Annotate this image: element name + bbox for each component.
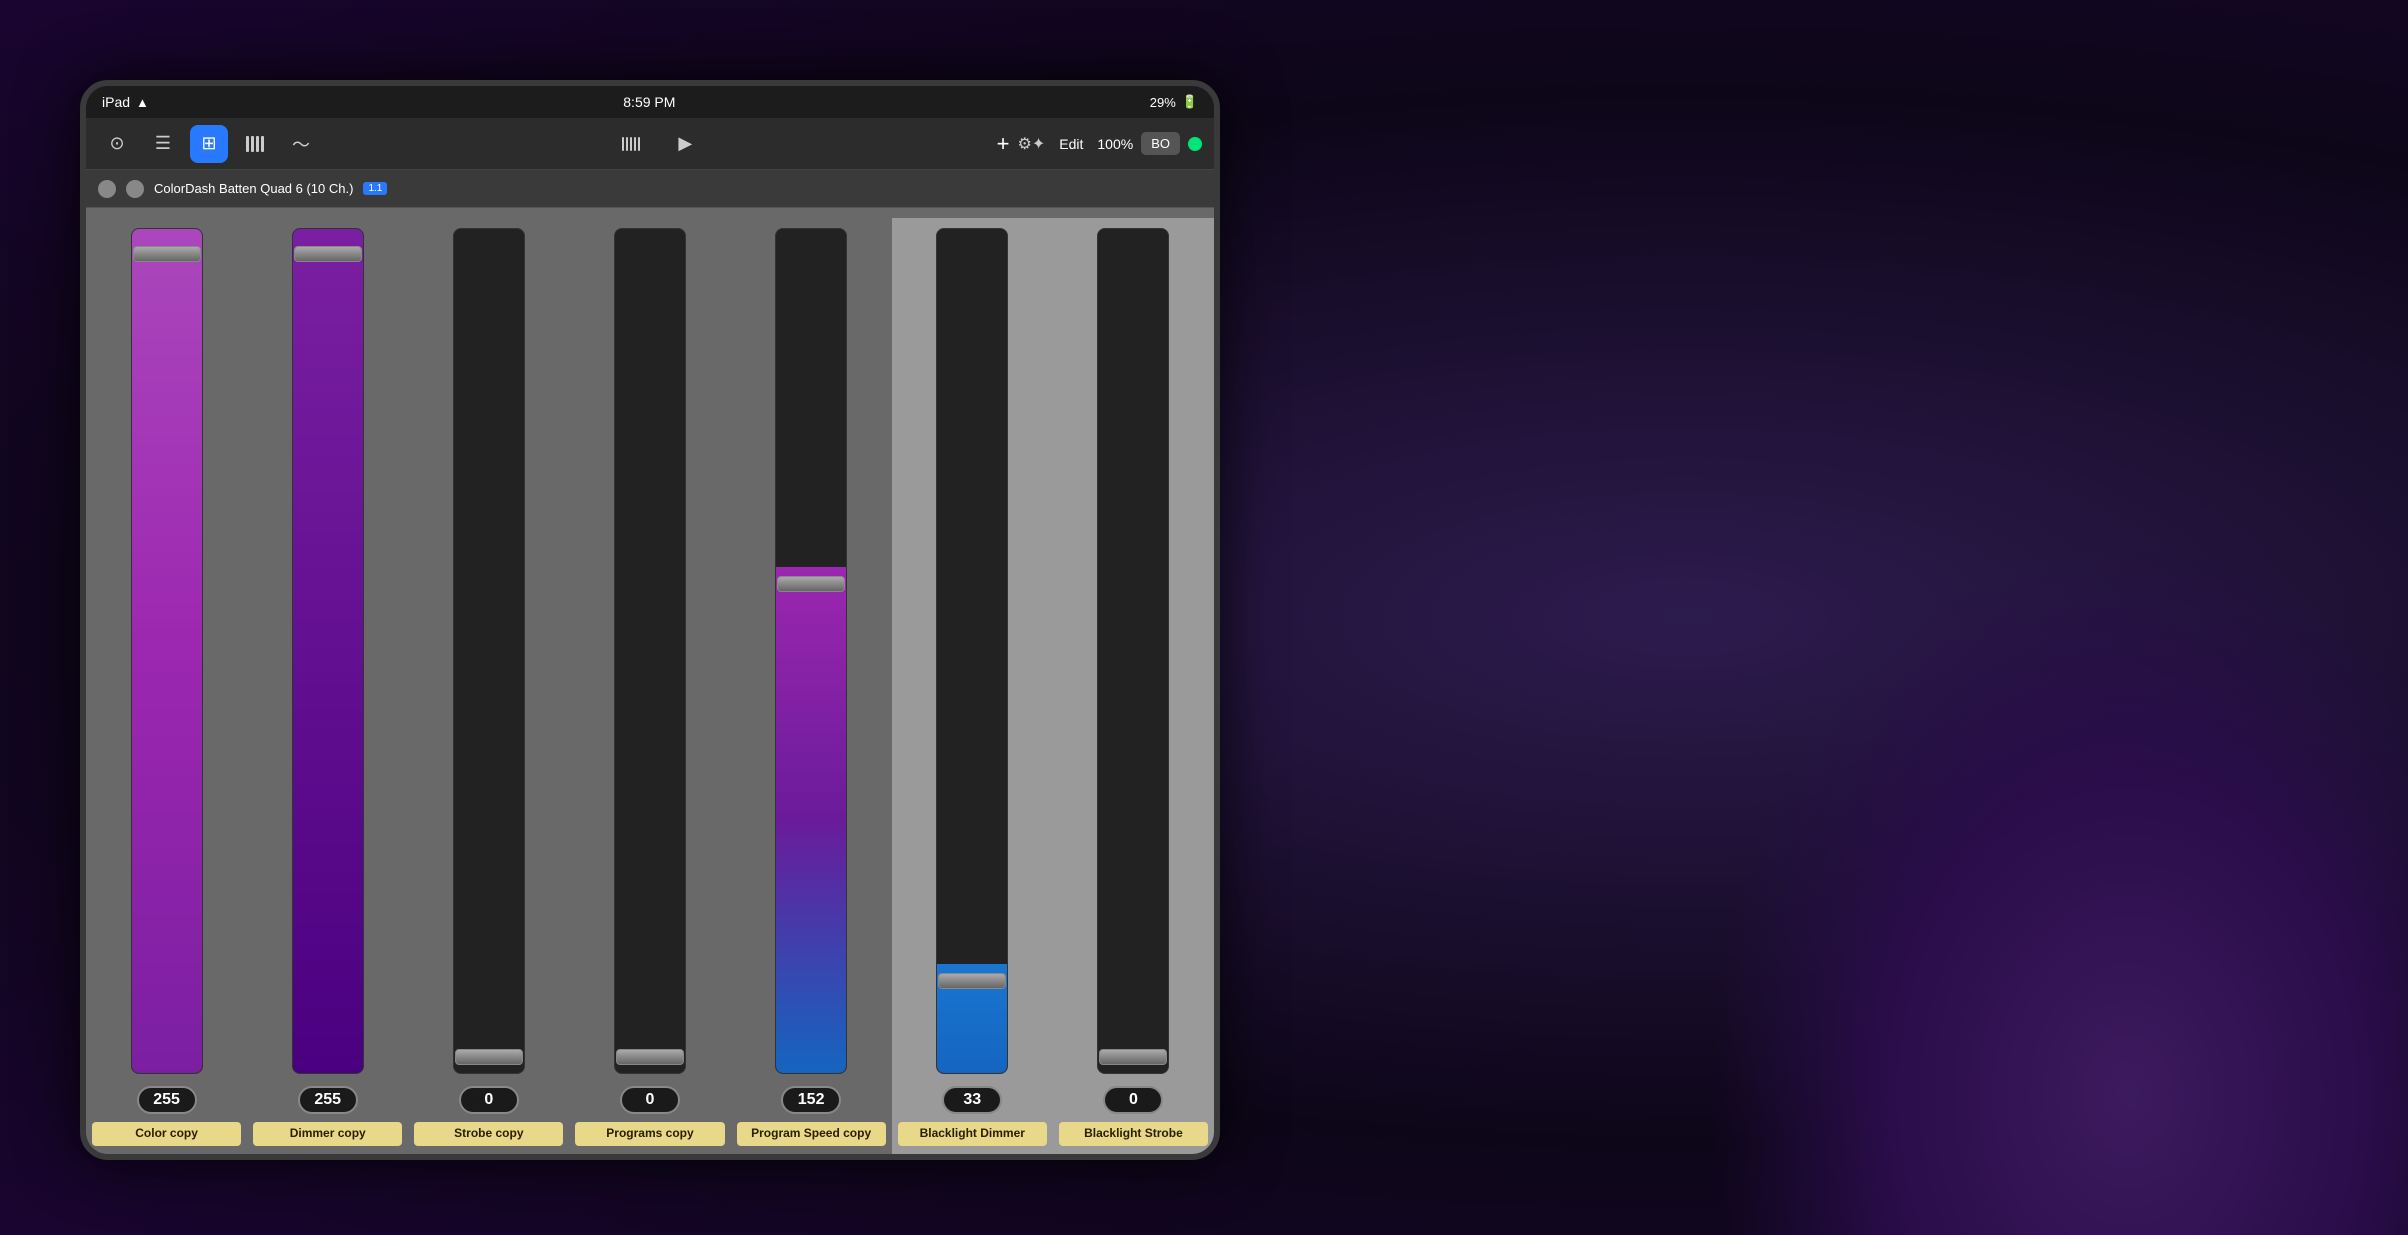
fader-value-color-copy: 255 — [137, 1086, 197, 1114]
device-name: ColorDash Batten Quad 6 (10 Ch.) — [154, 181, 353, 196]
fader-col-strobe-copy[interactable]: 0 Strobe copy — [408, 218, 569, 1156]
fader-col-blacklight-strobe[interactable]: 0 Blacklight Strobe — [1053, 218, 1214, 1156]
fader-label-program-speed-copy: Program Speed copy — [737, 1122, 886, 1146]
fader-handle-blacklight-strobe — [1099, 1049, 1167, 1065]
ipad-frame: iPad ▲ 8:59 PM 29% 🔋 ⊙ ☰ ⊞ 〜 — [80, 80, 1220, 1160]
fader-col-dimmer-copy[interactable]: 255 Dimmer copy — [247, 218, 408, 1156]
toolbar: ⊙ ☰ ⊞ 〜 ▶ — [86, 118, 1214, 170]
zoom-level: 100% — [1097, 136, 1133, 152]
fader-label-color-copy: Color copy — [92, 1122, 241, 1146]
battery-icon: 🔋 — [1182, 94, 1198, 110]
fader-fill-program-speed-copy — [776, 567, 846, 1074]
status-bar: iPad ▲ 8:59 PM 29% 🔋 — [86, 86, 1214, 118]
fader-label-blacklight-dimmer: Blacklight Dimmer — [898, 1122, 1047, 1146]
fader-track-program-speed-copy[interactable] — [775, 228, 847, 1074]
fader-track-blacklight-dimmer[interactable] — [936, 228, 1008, 1074]
fader-col-program-speed-copy[interactable]: 152 Program Speed copy — [731, 218, 892, 1156]
add-button[interactable]: + — [997, 131, 1010, 157]
device-dot-1[interactable] — [98, 180, 116, 198]
fader-value-strobe-copy: 0 — [459, 1086, 519, 1114]
fader-label-dimmer-copy: Dimmer copy — [253, 1122, 402, 1146]
device-bar: ColorDash Batten Quad 6 (10 Ch.) 1.1 — [86, 170, 1214, 208]
fader-label-blacklight-strobe: Blacklight Strobe — [1059, 1122, 1208, 1146]
device-dot-2[interactable] — [126, 180, 144, 198]
play-button[interactable]: ▶ — [666, 125, 704, 163]
fader-handle-program-speed-copy — [777, 576, 845, 592]
settings-button[interactable]: ⚙✦ — [1018, 134, 1046, 154]
fader-value-programs-copy: 0 — [620, 1086, 680, 1114]
wifi-icon: ▲ — [136, 95, 149, 110]
connection-indicator — [1188, 137, 1202, 151]
fader-label-strobe-copy: Strobe copy — [414, 1122, 563, 1146]
fader-fill-color-copy — [132, 229, 202, 1073]
fader-col-programs-copy[interactable]: 0 Programs copy — [569, 218, 730, 1156]
fader-handle-programs-copy — [616, 1049, 684, 1065]
fader-track-color-copy[interactable] — [131, 228, 203, 1074]
list-button[interactable]: ☰ — [144, 125, 182, 163]
fader-handle-color-copy — [133, 246, 201, 262]
fader-col-blacklight-dimmer[interactable]: 33 Blacklight Dimmer — [892, 218, 1053, 1156]
version-badge: 1.1 — [363, 182, 387, 195]
carrier-label: iPad — [102, 94, 130, 110]
target-button[interactable]: ⊙ — [98, 125, 136, 163]
bo-button[interactable]: BO — [1141, 132, 1180, 155]
fader-value-blacklight-strobe: 0 — [1103, 1086, 1163, 1114]
fader-area: 255Color copy255Dimmer copy0Strobe copy0… — [86, 208, 1214, 1160]
fader-value-dimmer-copy: 255 — [298, 1086, 358, 1114]
fader-handle-dimmer-copy — [294, 246, 362, 262]
edit-button[interactable]: Edit — [1053, 132, 1089, 156]
fader-handle-blacklight-dimmer — [938, 973, 1006, 989]
fader-label-programs-copy: Programs copy — [575, 1122, 724, 1146]
fader-handle-strobe-copy — [455, 1049, 523, 1065]
grid-button[interactable]: ⊞ — [190, 125, 228, 163]
fader-fill-dimmer-copy — [293, 229, 363, 1073]
time-display: 8:59 PM — [623, 94, 675, 110]
fader-value-blacklight-dimmer: 33 — [942, 1086, 1002, 1114]
fader-button[interactable] — [236, 125, 274, 163]
fader-track-blacklight-strobe[interactable] — [1097, 228, 1169, 1074]
fader-track-programs-copy[interactable] — [614, 228, 686, 1074]
mixer-button[interactable] — [612, 125, 650, 163]
fader-track-dimmer-copy[interactable] — [292, 228, 364, 1074]
fader-track-strobe-copy[interactable] — [453, 228, 525, 1074]
fader-col-color-copy[interactable]: 255 Color copy — [86, 218, 247, 1156]
fader-value-program-speed-copy: 152 — [781, 1086, 841, 1114]
battery-label: 29% — [1150, 95, 1176, 110]
wave-button[interactable]: 〜 — [282, 125, 320, 163]
